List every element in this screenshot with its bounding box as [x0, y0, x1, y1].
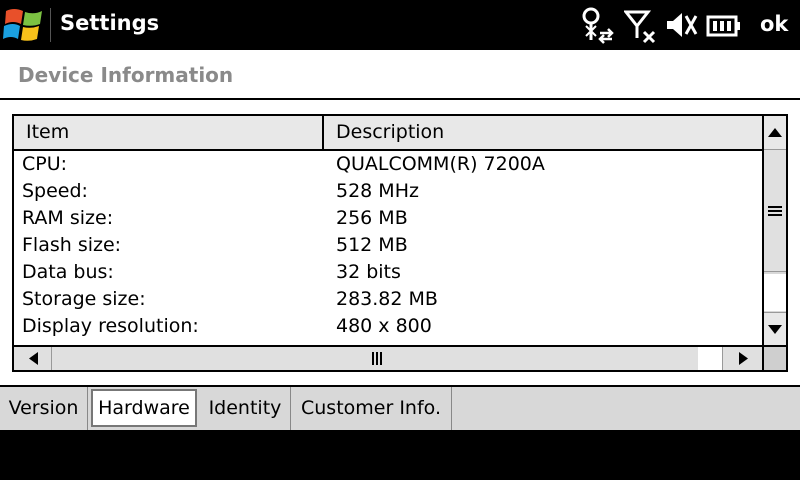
row-description: 512 MB — [336, 234, 408, 256]
arrow-up-icon — [768, 128, 782, 137]
volume-muted-icon[interactable] — [664, 6, 700, 48]
row-description: 32 bits — [336, 261, 401, 283]
title-separator — [50, 8, 51, 42]
row-item: Display resolution: — [22, 315, 199, 337]
page-title: Device Information — [18, 63, 234, 87]
table-row[interactable]: Speed: 528 MHz — [14, 178, 762, 205]
column-header-item[interactable]: Item — [14, 116, 324, 149]
connectivity-icon[interactable] — [580, 6, 616, 48]
scrollbar-corner — [762, 345, 786, 370]
row-description: 283.82 MB — [336, 288, 438, 310]
row-item: CPU: — [22, 153, 68, 175]
arrow-right-icon — [739, 352, 748, 365]
arrow-down-icon — [768, 325, 782, 334]
scroll-right-button[interactable] — [722, 347, 762, 370]
table-row[interactable]: Storage size: 283.82 MB — [14, 286, 762, 313]
vertical-scrollbar[interactable] — [762, 116, 786, 345]
column-header-description[interactable]: Description — [324, 116, 762, 149]
content-area: Item Description CPU: QUALCOMM(R) 7200A … — [0, 100, 800, 385]
battery-icon[interactable] — [706, 6, 742, 48]
horizontal-scrollbar[interactable] — [14, 345, 762, 370]
row-item: Flash size: — [22, 234, 122, 256]
row-description: 480 x 800 — [336, 315, 432, 337]
row-item: Data bus: — [22, 261, 114, 283]
scroll-up-button[interactable] — [764, 116, 786, 150]
table-row[interactable]: RAM size: 256 MB — [14, 205, 762, 232]
tab-identity[interactable]: Identity — [200, 387, 291, 430]
signal-off-icon[interactable] — [622, 6, 658, 48]
device-info-list[interactable]: Item Description CPU: QUALCOMM(R) 7200A … — [12, 114, 788, 372]
scroll-left-button[interactable] — [14, 347, 52, 370]
app-title: Settings — [60, 11, 160, 35]
table-row[interactable]: Display resolution: 480 x 800 — [14, 313, 762, 340]
ok-button[interactable]: ok — [760, 12, 788, 36]
row-item: Speed: — [22, 180, 88, 202]
table-row[interactable]: Data bus: 32 bits — [14, 259, 762, 286]
row-item: RAM size: — [22, 207, 114, 229]
table-rows: CPU: QUALCOMM(R) 7200A Speed: 528 MHz RA… — [14, 151, 762, 345]
page-header: Device Information — [0, 50, 800, 98]
tab-bar: Version Hardware Identity Customer Info. — [0, 385, 800, 430]
table-row[interactable]: CPU: QUALCOMM(R) 7200A — [14, 151, 762, 178]
tab-version[interactable]: Version — [0, 387, 88, 430]
grip-icon — [768, 206, 782, 216]
title-bar: Settings ok — [0, 0, 800, 50]
table-row[interactable]: Flash size: 512 MB — [14, 232, 762, 259]
horizontal-scroll-track[interactable] — [698, 347, 722, 370]
horizontal-grip-icon[interactable] — [368, 350, 388, 370]
tab-customer-info[interactable]: Customer Info. — [291, 387, 452, 430]
row-description: QUALCOMM(R) 7200A — [336, 153, 545, 175]
row-description: 256 MB — [336, 207, 408, 229]
scroll-down-button[interactable] — [764, 312, 786, 345]
tab-hardware[interactable]: Hardware — [91, 389, 197, 427]
soft-key-bar — [0, 430, 800, 480]
windows-start-icon[interactable] — [2, 3, 50, 47]
vertical-scroll-thumb[interactable] — [764, 150, 786, 272]
row-item: Storage size: — [22, 288, 146, 310]
arrow-left-icon — [29, 352, 38, 365]
column-headers: Item Description — [14, 116, 762, 151]
row-description: 528 MHz — [336, 180, 419, 202]
vertical-scroll-track[interactable] — [764, 274, 786, 311]
